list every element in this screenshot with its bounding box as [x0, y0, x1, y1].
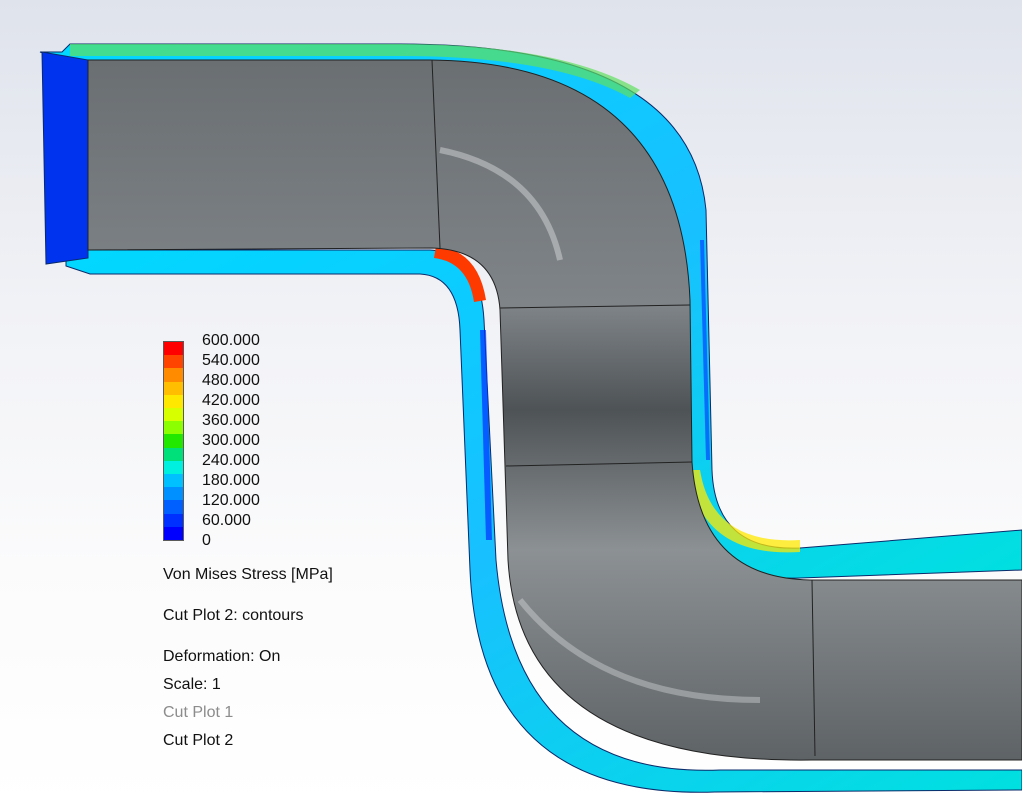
colorbar-tick-label: 240.000 — [202, 452, 260, 469]
colorbar-tick-label: 360.000 — [202, 412, 260, 429]
colorbar-swatch — [164, 500, 183, 514]
colorbar-tick-label: 480.000 — [202, 372, 260, 389]
model-viewport[interactable]: 600.000 540.000 480.000 420.000 360.000 300.0… — [0, 0, 1022, 807]
cut-plot-label: Cut Plot 2: contours — [163, 607, 304, 624]
colorbar-swatch — [164, 487, 183, 501]
colorbar-swatch — [164, 434, 183, 448]
colorbar-swatch — [164, 355, 183, 369]
colorbar-tick-label: 420.000 — [202, 392, 260, 409]
deformation-label: Deformation: On — [163, 648, 281, 665]
colorbar-tick-label: 180.000 — [202, 472, 260, 489]
colorbar-swatch — [164, 526, 183, 541]
colorbar-tick-label: 300.000 — [202, 432, 260, 449]
colorbar — [163, 341, 184, 541]
colorbar-swatch — [164, 394, 183, 409]
colorbar-tick-label: 60.000 — [202, 512, 251, 529]
colorbar-swatch — [164, 447, 183, 461]
colorbar-swatch — [164, 421, 183, 435]
colorbar-swatch — [164, 368, 183, 382]
colorbar-swatch — [164, 474, 183, 488]
cut-plot-2-item[interactable]: Cut Plot 2 — [163, 732, 233, 750]
colorbar-tick-label: 120.000 — [202, 492, 260, 509]
colorbar-swatch — [164, 460, 183, 475]
colorbar-tick-label: 600.000 — [202, 332, 260, 349]
colorbar-swatch — [164, 342, 183, 356]
colorbar-tick-label: 540.000 — [202, 352, 260, 369]
colorbar-swatch — [164, 513, 183, 527]
colorbar-swatch — [164, 381, 183, 395]
colorbar-swatch — [164, 408, 183, 422]
scale-label: Scale: 1 — [163, 676, 221, 693]
colorbar-tick-label: 0 — [202, 532, 211, 549]
quantity-label: Von Mises Stress [MPa] — [163, 566, 333, 583]
cut-plot-1-item[interactable]: Cut Plot 1 — [163, 704, 233, 722]
